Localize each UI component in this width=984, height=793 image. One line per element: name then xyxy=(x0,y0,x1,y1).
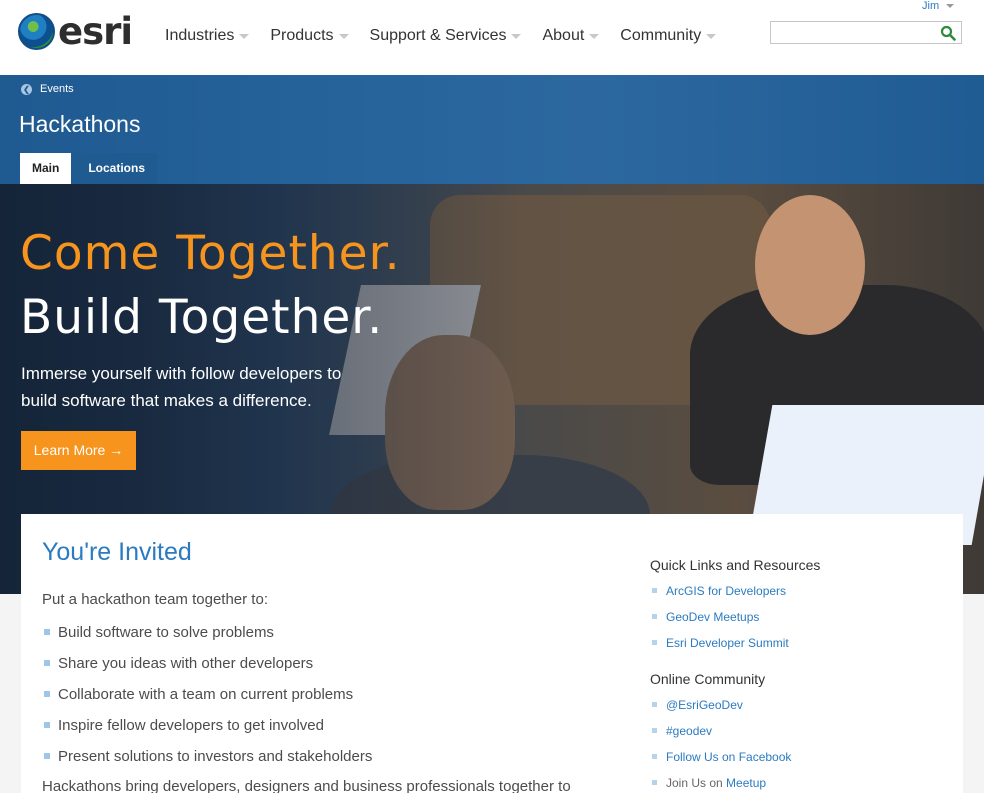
learn-more-button[interactable]: Learn More → xyxy=(21,431,136,470)
community-links-list: @EsriGeoDev #geodev Follow Us on Faceboo… xyxy=(650,697,820,793)
hero-headline-1: Come Together. xyxy=(20,226,401,281)
logo-text: esri xyxy=(58,10,133,53)
intro-text: Put a hackathon team together to: xyxy=(42,591,268,608)
hero-photo-head-right xyxy=(755,195,865,335)
nav-community[interactable]: Community xyxy=(620,27,717,45)
chevron-down-icon xyxy=(589,33,600,39)
search-input[interactable] xyxy=(771,22,936,43)
chevron-down-icon xyxy=(946,4,955,8)
nav-products[interactable]: Products xyxy=(270,27,349,45)
tab-locations[interactable]: Locations xyxy=(71,153,158,184)
nav-label: Support & Services xyxy=(369,27,507,44)
list-item: Collaborate with a team on current probl… xyxy=(42,686,372,717)
list-item: Inspire fellow developers to get involve… xyxy=(42,717,372,748)
section-heading: You're Invited xyxy=(42,538,192,566)
esri-logo[interactable]: esri xyxy=(18,10,133,53)
site-header: esri Industries Products Support & Servi… xyxy=(0,0,984,75)
link-geodev-hashtag[interactable]: #geodev xyxy=(650,723,820,749)
body-paragraph: Hackathons bring developers, designers a… xyxy=(42,778,571,793)
breadcrumb-label: Events xyxy=(40,83,74,95)
user-menu[interactable]: Jim xyxy=(922,0,955,12)
quick-links-heading: Quick Links and Resources xyxy=(650,557,821,573)
page-title: Hackathons xyxy=(19,111,141,137)
chevron-down-icon xyxy=(338,33,349,39)
nav-label: About xyxy=(542,27,585,44)
nav-label: Products xyxy=(270,27,334,44)
user-name: Jim xyxy=(922,0,940,12)
tab-main[interactable]: Main xyxy=(20,153,72,184)
link-geodev-meetups[interactable]: GeoDev Meetups xyxy=(650,609,820,635)
hero-headline-2: Build Together. xyxy=(20,290,384,345)
search-icon[interactable] xyxy=(940,25,956,41)
chevron-down-icon xyxy=(706,33,717,39)
list-item: Build software to solve problems xyxy=(42,624,372,655)
link-facebook[interactable]: Follow Us on Facebook xyxy=(650,749,820,775)
chevron-down-icon xyxy=(511,33,522,39)
hero-subtext: Immerse yourself with follow developers … xyxy=(21,364,342,410)
globe-icon xyxy=(18,13,55,50)
page-tabs: Main Locations xyxy=(20,153,158,184)
nav-label: Industries xyxy=(165,27,235,44)
list-item: Present solutions to investors and stake… xyxy=(42,748,372,779)
breadcrumb[interactable]: ❮ Events xyxy=(21,83,74,95)
content-card: You're Invited Put a hackathon team toge… xyxy=(21,514,963,793)
chevron-down-icon xyxy=(239,33,250,39)
link-meetup[interactable]: Meetup xyxy=(726,776,766,790)
main-nav: Industries Products Support & Services A… xyxy=(165,27,737,45)
nav-label: Community xyxy=(620,27,702,44)
link-esrigeodev[interactable]: @EsriGeoDev xyxy=(650,697,820,723)
quick-links-list: ArcGIS for Developers GeoDev Meetups Esr… xyxy=(650,583,820,661)
list-item: Share you ideas with other developers xyxy=(42,655,372,686)
goal-list: Build software to solve problems Share y… xyxy=(42,624,372,779)
nav-support-services[interactable]: Support & Services xyxy=(370,27,522,45)
back-arrow-icon: ❮ xyxy=(21,83,32,95)
nav-industries[interactable]: Industries xyxy=(165,27,250,45)
list-item-meetup: Join Us on Meetup xyxy=(650,775,820,793)
online-community-heading: Online Community xyxy=(650,671,766,687)
nav-about[interactable]: About xyxy=(542,27,600,45)
join-prefix: Join Us on xyxy=(666,776,723,790)
link-arcgis-developers[interactable]: ArcGIS for Developers xyxy=(650,583,820,609)
link-developer-summit[interactable]: Esri Developer Summit xyxy=(650,635,820,661)
sidebar: Quick Links and Resources ArcGIS for Dev… xyxy=(650,557,820,793)
search-box xyxy=(770,21,962,44)
